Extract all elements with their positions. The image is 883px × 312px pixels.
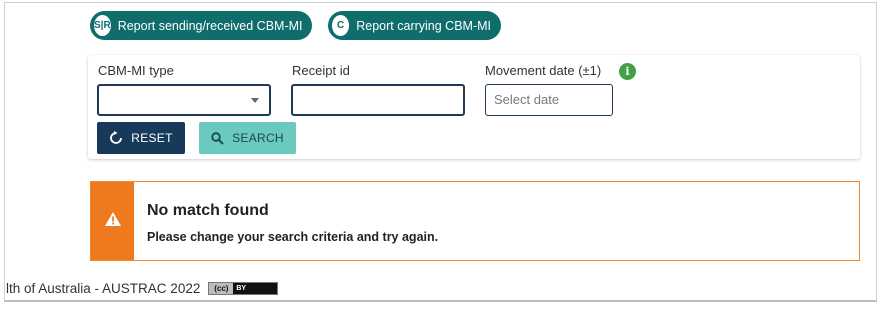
info-icon[interactable]: i	[619, 63, 636, 80]
cc-icon: (cc)	[209, 283, 234, 294]
copyright-text: lth of Australia - AUSTRAC 2022	[6, 281, 201, 296]
search-icon	[211, 131, 224, 145]
movement-date-label: Movement date (±1)	[485, 63, 602, 78]
movement-date-placeholder: Select date	[494, 92, 560, 107]
search-button[interactable]: SEARCH	[199, 122, 296, 154]
sr-badge-icon: S|R	[93, 14, 112, 37]
footer: lth of Australia - AUSTRAC 2022 (cc) BY	[6, 281, 279, 296]
no-match-alert: No match found Please change your search…	[90, 181, 860, 261]
by-label: BY	[236, 285, 247, 292]
c-badge-icon: C	[331, 14, 351, 37]
creative-commons-badge[interactable]: (cc) BY	[208, 282, 279, 295]
receipt-id-input[interactable]	[291, 84, 465, 116]
cbm-mi-type-label: CBM-MI type	[98, 63, 174, 78]
reset-label: RESET	[131, 131, 173, 145]
refresh-icon	[109, 131, 123, 145]
search-label: SEARCH	[232, 131, 284, 145]
warning-icon	[104, 211, 122, 232]
tab-report-sending-received[interactable]: S|R Report sending/received CBM-MI	[90, 11, 312, 40]
receipt-id-label: Receipt id	[292, 63, 350, 78]
movement-date-input[interactable]: Select date	[485, 84, 613, 116]
alert-title: No match found	[147, 202, 269, 219]
reset-button[interactable]: RESET	[97, 122, 185, 154]
tab-label: Report carrying CBM-MI	[356, 18, 491, 33]
cbm-mi-type-select[interactable]	[97, 84, 271, 116]
tab-report-carrying[interactable]: C Report carrying CBM-MI	[328, 11, 501, 40]
chevron-down-icon	[251, 98, 259, 103]
tab-label: Report sending/received CBM-MI	[117, 18, 303, 33]
alert-message: Please change your search criteria and t…	[147, 230, 439, 244]
alert-accent-bar	[91, 182, 134, 260]
